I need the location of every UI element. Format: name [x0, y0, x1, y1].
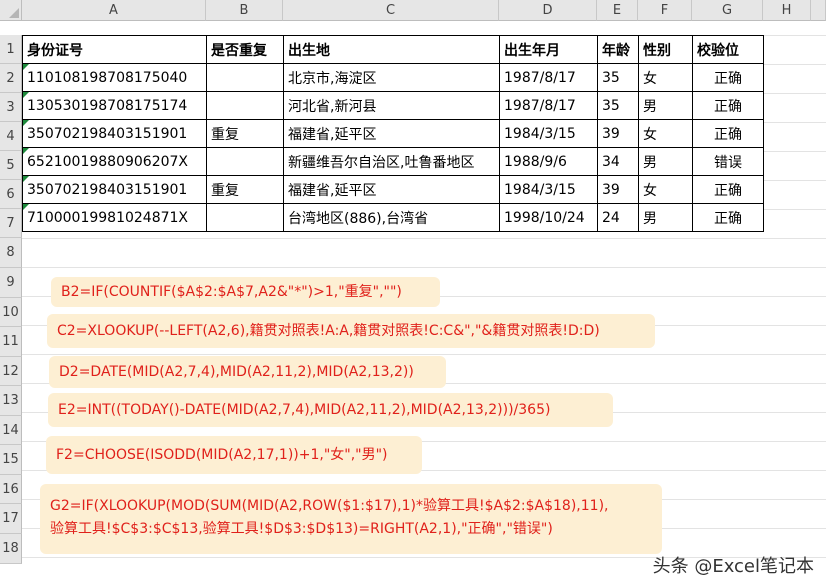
cell-duplicate[interactable]	[206, 63, 284, 92]
column-header-e[interactable]: E	[597, 0, 638, 21]
row-header-13[interactable]: 13	[0, 386, 22, 416]
cell-birthdate[interactable]: 1984/3/15	[499, 175, 598, 204]
cell-f1[interactable]: 性别	[638, 35, 693, 64]
cell-a1[interactable]: 身份证号	[22, 35, 207, 64]
cell-c1[interactable]: 出生地	[283, 35, 500, 64]
cell-gender[interactable]: 男	[638, 91, 693, 120]
cell-check[interactable]: 错误	[692, 147, 764, 176]
cell-check[interactable]: 正确	[692, 203, 764, 232]
cell-duplicate[interactable]: 重复	[206, 175, 284, 204]
formula-note-g2: G2=IF(XLOOKUP(MOD(SUM(MID(A2,ROW($1:$17)…	[40, 484, 662, 554]
cell-b1[interactable]: 是否重复	[206, 35, 284, 64]
cell-age[interactable]: 24	[597, 203, 639, 232]
cell-birthplace[interactable]: 河北省,新河县	[283, 91, 500, 120]
row-header-14[interactable]: 14	[0, 416, 22, 445]
column-header-blank	[811, 0, 826, 21]
id-card-table: 身份证号 是否重复 出生地 出生年月 年龄 性别 校验位 11010819870…	[22, 35, 764, 232]
cell-g1[interactable]: 校验位	[692, 35, 764, 64]
cell-age[interactable]: 35	[597, 63, 639, 92]
cell-birthdate[interactable]: 1988/9/6	[499, 147, 598, 176]
table-header-row: 身份证号 是否重复 出生地 出生年月 年龄 性别 校验位	[22, 35, 764, 64]
formula-note-f2: F2=CHOOSE(ISODD(MID(A2,17,1))+1,"女","男")	[46, 436, 422, 474]
select-all-corner[interactable]	[0, 0, 22, 21]
cell-duplicate[interactable]: 重复	[206, 119, 284, 148]
row-header-6[interactable]: 6	[0, 180, 22, 209]
cell-birthplace[interactable]: 福建省,延平区	[283, 175, 500, 204]
cell-id-number[interactable]: 110108198708175040	[22, 63, 207, 92]
row-header-11[interactable]: 11	[0, 327, 22, 357]
formula-note-c2: C2=XLOOKUP(--LEFT(A2,6),籍贯对照表!A:A,籍贯对照表!…	[47, 314, 655, 348]
cell-birthdate[interactable]: 1987/8/17	[499, 91, 598, 120]
column-header-c[interactable]: C	[283, 0, 499, 21]
row-header-15[interactable]: 15	[0, 445, 22, 475]
row-header-12[interactable]: 12	[0, 357, 22, 386]
row-header-2[interactable]: 2	[0, 64, 22, 93]
formula-note-d2: D2=DATE(MID(A2,7,4),MID(A2,11,2),MID(A2,…	[49, 356, 446, 388]
cell-gender[interactable]: 男	[638, 147, 693, 176]
cell-birthplace[interactable]: 台湾地区(886),台湾省	[283, 203, 500, 232]
table-row: 71000019981024871X 台湾地区(886),台湾省 1998/10…	[22, 203, 764, 232]
table-row: 130530198708175174 河北省,新河县 1987/8/17 35 …	[22, 91, 764, 120]
row-header-8[interactable]: 8	[0, 238, 22, 268]
column-header-d[interactable]: D	[499, 0, 597, 21]
cell-birthplace[interactable]: 福建省,延平区	[283, 119, 500, 148]
table-row: 350702198403151901 重复 福建省,延平区 1984/3/15 …	[22, 175, 764, 204]
column-header-g[interactable]: G	[692, 0, 763, 21]
cell-check[interactable]: 正确	[692, 63, 764, 92]
column-header-a[interactable]: A	[22, 0, 206, 21]
row-header-5[interactable]: 5	[0, 151, 22, 180]
cell-gender[interactable]: 女	[638, 175, 693, 204]
cell-id-number[interactable]: 65210019880906207X	[22, 147, 207, 176]
cell-gender[interactable]: 男	[638, 203, 693, 232]
cell-age[interactable]: 34	[597, 147, 639, 176]
cell-check[interactable]: 正确	[692, 175, 764, 204]
cell-d1[interactable]: 出生年月	[499, 35, 598, 64]
cell-check[interactable]: 正确	[692, 119, 764, 148]
cell-birthdate[interactable]: 1984/3/15	[499, 119, 598, 148]
row-header-9[interactable]: 9	[0, 268, 22, 298]
formula-g2-line-2: 验算工具!$C$3:$C$13,验算工具!$D$3:$D$13)=RIGHT(A…	[50, 521, 553, 537]
formula-note-b2: B2=IF(COUNTIF($A$2:$A$7,A2&"*")>1,"重复","…	[51, 277, 440, 307]
cell-birthdate[interactable]: 1987/8/17	[499, 63, 598, 92]
watermark: 头条 @Excel笔记本	[652, 556, 814, 577]
cell-age[interactable]: 39	[597, 175, 639, 204]
table-row: 65210019880906207X 新疆维吾尔自治区,吐鲁番地区 1988/9…	[22, 147, 764, 176]
cell-birthplace[interactable]: 新疆维吾尔自治区,吐鲁番地区	[283, 147, 500, 176]
formula-note-e2: E2=INT((TODAY()-DATE(MID(A2,7,4),MID(A2,…	[48, 393, 613, 427]
row-header-3[interactable]: 3	[0, 93, 22, 122]
column-header-f[interactable]: F	[638, 0, 692, 21]
cell-id-number[interactable]: 350702198403151901	[22, 175, 207, 204]
table-row: 110108198708175040 北京市,海淀区 1987/8/17 35 …	[22, 63, 764, 92]
formula-g2-line-1: G2=IF(XLOOKUP(MOD(SUM(MID(A2,ROW($1:$17)…	[50, 498, 609, 514]
column-header-b[interactable]: B	[206, 0, 283, 21]
cell-age[interactable]: 35	[597, 91, 639, 120]
cell-duplicate[interactable]	[206, 203, 284, 232]
row-header-17[interactable]: 17	[0, 504, 22, 534]
row-header-1[interactable]: 1	[0, 35, 22, 64]
cell-e1[interactable]: 年龄	[597, 35, 639, 64]
table-row: 350702198403151901 重复 福建省,延平区 1984/3/15 …	[22, 119, 764, 148]
row-header-4[interactable]: 4	[0, 122, 22, 151]
spreadsheet[interactable]: A B C D E F G H 1 2 3 4 5 6 7 8 9 10 11 …	[0, 0, 826, 586]
column-header-h[interactable]: H	[763, 0, 811, 21]
cell-duplicate[interactable]	[206, 91, 284, 120]
cell-duplicate[interactable]	[206, 147, 284, 176]
row-header-10[interactable]: 10	[0, 298, 22, 327]
row-header-16[interactable]: 16	[0, 475, 22, 504]
cell-id-number[interactable]: 71000019981024871X	[22, 203, 207, 232]
row-header-7[interactable]: 7	[0, 209, 22, 238]
cell-gender[interactable]: 女	[638, 119, 693, 148]
row-header-18[interactable]: 18	[0, 534, 22, 564]
cell-birthplace[interactable]: 北京市,海淀区	[283, 63, 500, 92]
cell-id-number[interactable]: 130530198708175174	[22, 91, 207, 120]
cell-gender[interactable]: 女	[638, 63, 693, 92]
cell-check[interactable]: 正确	[692, 91, 764, 120]
cell-birthdate[interactable]: 1998/10/24	[499, 203, 598, 232]
cell-id-number[interactable]: 350702198403151901	[22, 119, 207, 148]
cell-age[interactable]: 39	[597, 119, 639, 148]
